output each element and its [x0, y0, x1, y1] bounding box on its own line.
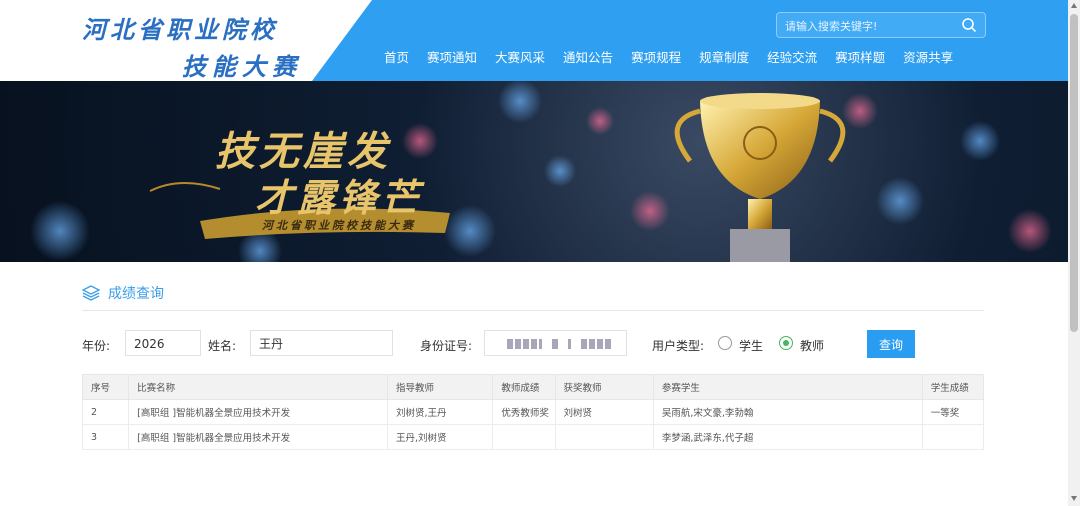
- nav-home[interactable]: 首页: [375, 48, 418, 68]
- scroll-thumb[interactable]: [1070, 14, 1078, 332]
- cell-student-result: 一等奖: [921, 399, 985, 425]
- main-nav: 首页 赛项通知 大赛风采 通知公告 赛项规程 规章制度 经验交流 赛项样题 资源…: [375, 48, 962, 68]
- query-button[interactable]: 查询: [867, 330, 915, 358]
- nav-competition-notice[interactable]: 赛项通知: [418, 48, 486, 68]
- scroll-down-arrow-icon[interactable]: [1071, 496, 1077, 501]
- radio-student-label: 学生: [739, 339, 764, 353]
- nav-announcements[interactable]: 通知公告: [554, 48, 622, 68]
- site-header: 河北省职业院校 技能大赛 首页 赛项通知 大赛风采 通知公告 赛项规程 规章制度…: [0, 0, 1068, 81]
- banner-art: [30, 81, 1052, 262]
- table-header-row: 序号 比赛名称 指导教师 教师成绩 获奖教师 参赛学生 学生成绩: [81, 374, 985, 400]
- year-field[interactable]: 2026: [125, 330, 201, 356]
- cell-index: 3: [81, 424, 130, 450]
- cell-students: 吴雨航,宋文豪,李勃翰: [652, 399, 923, 425]
- nav-competition-gallery[interactable]: 大赛风采: [486, 48, 554, 68]
- cell-awarded-teacher: [554, 424, 654, 450]
- table-row: 2 [高职组 ]智能机器全景应用技术开发 刘树贤,王丹 优秀教师奖 刘树贤 吴雨…: [81, 399, 985, 425]
- col-student-result: 学生成绩: [921, 374, 985, 400]
- search-box: [776, 12, 986, 39]
- col-index: 序号: [81, 374, 130, 400]
- col-students: 参赛学生: [652, 374, 923, 400]
- cell-student-result: [921, 424, 985, 450]
- nav-regulations[interactable]: 规章制度: [690, 48, 758, 68]
- cell-competition: [高职组 ]智能机器全景应用技术开发: [128, 399, 388, 425]
- table-row: 3 [高职组 ]智能机器全景应用技术开发 王丹,刘树贤 李梦涵,武泽东,代子超: [81, 424, 985, 450]
- usertype-label: 用户类型:: [652, 339, 705, 353]
- search-input[interactable]: [777, 13, 957, 39]
- col-teacher-result: 教师成绩: [492, 374, 556, 400]
- nav-event-rules[interactable]: 赛项规程: [622, 48, 690, 68]
- query-form: 年份: 2026 姓名: 王丹 身份证号: 用户类型: 学生 教师 查询: [82, 330, 984, 358]
- cell-teacher-result: [492, 424, 556, 450]
- scroll-up-arrow-icon[interactable]: [1071, 3, 1077, 8]
- cell-awarded-teacher: 刘树贤: [554, 399, 654, 425]
- col-awarded-teacher: 获奖教师: [554, 374, 654, 400]
- nav-experience[interactable]: 经验交流: [758, 48, 826, 68]
- col-competition: 比赛名称: [128, 374, 388, 400]
- section-divider: [82, 310, 984, 311]
- radio-student[interactable]: [718, 336, 732, 350]
- page-scrollbar[interactable]: [1068, 0, 1080, 506]
- site-logo[interactable]: 河北省职业院校 技能大赛: [82, 10, 302, 82]
- cell-students: 李梦涵,武泽东,代子超: [652, 424, 923, 450]
- search-icon[interactable]: [961, 17, 977, 33]
- banner-slogan-sub: 河北省职业院校技能大赛: [262, 219, 416, 232]
- section-title: 成绩查询: [108, 286, 164, 302]
- id-field[interactable]: [484, 330, 627, 356]
- cell-competition: [高职组 ]智能机器全景应用技术开发: [128, 424, 388, 450]
- layers-icon: [82, 285, 100, 301]
- logo-line2: 技能大赛: [182, 52, 302, 81]
- logo-line1: 河北省职业院校: [82, 15, 278, 44]
- radio-teacher-label: 教师: [800, 339, 825, 353]
- banner-slogan-line2: 才露锋芒: [255, 175, 424, 220]
- nav-resources[interactable]: 资源共享: [894, 48, 962, 68]
- id-label: 身份证号:: [420, 339, 473, 353]
- hero-banner: 技无崖发 才露锋芒 河北省职业院校技能大赛: [0, 81, 1068, 262]
- cell-instructor: 王丹,刘树贤: [386, 424, 494, 450]
- section-header: 成绩查询: [82, 283, 164, 303]
- results-table: 序号 比赛名称 指导教师 教师成绩 获奖教师 参赛学生 学生成绩 2 [高职组 …: [81, 374, 985, 450]
- nav-sample-tasks[interactable]: 赛项样题: [826, 48, 894, 68]
- id-redacted: [507, 339, 611, 349]
- cell-index: 2: [81, 399, 130, 425]
- year-label: 年份:: [82, 339, 111, 353]
- name-field[interactable]: 王丹: [250, 330, 393, 356]
- cell-teacher-result: 优秀教师奖: [492, 399, 556, 425]
- name-label: 姓名:: [208, 339, 237, 353]
- cell-instructor: 刘树贤,王丹: [386, 399, 494, 425]
- col-instructor: 指导教师: [386, 374, 494, 400]
- radio-teacher[interactable]: [779, 336, 793, 350]
